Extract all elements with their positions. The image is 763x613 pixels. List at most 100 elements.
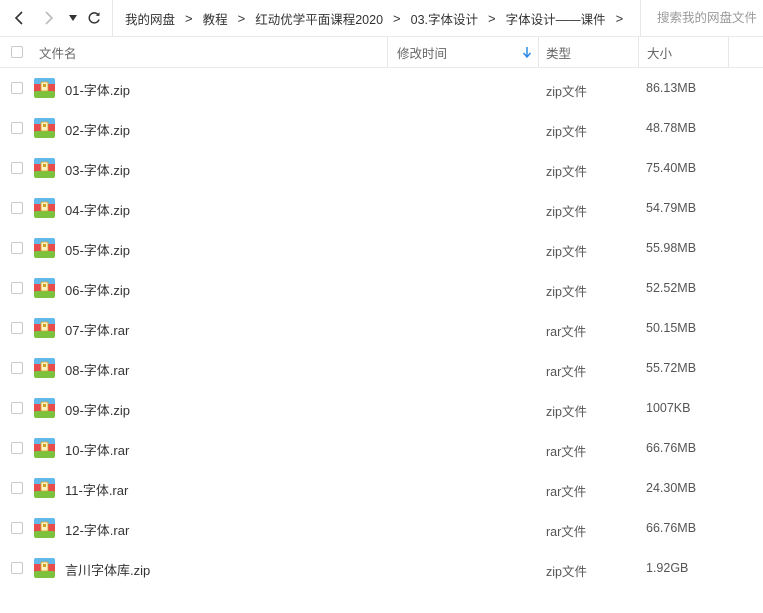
- search-input[interactable]: [657, 11, 763, 25]
- row-checkbox[interactable]: [11, 242, 23, 254]
- file-name[interactable]: 08-字体.rar: [65, 360, 129, 379]
- breadcrumb-separator: >: [393, 10, 401, 26]
- row-checkbox[interactable]: [11, 562, 23, 574]
- file-type: zip文件: [546, 165, 587, 179]
- archive-icon: [34, 238, 55, 258]
- archive-icon: [34, 158, 55, 178]
- breadcrumb-separator: >: [185, 10, 193, 26]
- caret-down-icon: [69, 15, 77, 21]
- refresh-button[interactable]: [83, 6, 105, 30]
- file-size: 1.92GB: [646, 561, 689, 575]
- file-type: zip文件: [546, 565, 587, 579]
- file-name[interactable]: 06-字体.zip: [65, 280, 130, 299]
- archive-icon: [34, 398, 55, 418]
- file-name[interactable]: 09-字体.zip: [65, 400, 130, 419]
- file-type: rar文件: [546, 325, 587, 339]
- file-size: 66.76MB: [646, 441, 697, 455]
- file-name[interactable]: 11-字体.rar: [65, 480, 128, 499]
- file-row[interactable]: 言川字体库.zip zip文件 1.92GB: [0, 548, 763, 588]
- breadcrumb-separator: >: [488, 10, 496, 26]
- row-checkbox[interactable]: [11, 442, 23, 454]
- column-header: 文件名 修改时间 类型 大小: [0, 36, 763, 68]
- archive-icon: [34, 198, 55, 218]
- file-size: 55.98MB: [646, 241, 697, 255]
- file-type: rar文件: [546, 485, 587, 499]
- row-checkbox[interactable]: [11, 82, 23, 94]
- row-checkbox[interactable]: [11, 282, 23, 294]
- file-row[interactable]: 09-字体.zip zip文件 1007KB: [0, 388, 763, 428]
- file-row[interactable]: 07-字体.rar rar文件 50.15MB: [0, 308, 763, 348]
- breadcrumb-item-my-drive[interactable]: 我的网盘: [125, 9, 175, 28]
- archive-icon: [34, 358, 55, 378]
- file-type: zip文件: [546, 205, 587, 219]
- file-row[interactable]: 01-字体.zip zip文件 86.13MB: [0, 68, 763, 108]
- file-type: rar文件: [546, 445, 587, 459]
- row-checkbox[interactable]: [11, 522, 23, 534]
- column-header-size[interactable]: 大小: [638, 37, 728, 67]
- file-row[interactable]: 05-字体.zip zip文件 55.98MB: [0, 228, 763, 268]
- back-button[interactable]: [8, 6, 30, 30]
- file-name[interactable]: 10-字体.rar: [65, 440, 129, 459]
- column-header-type[interactable]: 类型: [538, 37, 638, 67]
- archive-icon: [34, 78, 55, 98]
- breadcrumb-item-courseware[interactable]: 字体设计——课件: [506, 9, 606, 28]
- row-checkbox[interactable]: [11, 402, 23, 414]
- forward-button[interactable]: [38, 6, 60, 30]
- file-size: 86.13MB: [646, 81, 697, 95]
- archive-icon: [34, 118, 55, 138]
- file-size: 24.30MB: [646, 481, 697, 495]
- chevron-left-icon: [14, 11, 23, 25]
- file-type: zip文件: [546, 125, 587, 139]
- select-all-checkbox[interactable]: [11, 46, 23, 58]
- row-checkbox[interactable]: [11, 122, 23, 134]
- toolbar: 我的网盘 > 教程 > 红动优学平面课程2020 > 03.字体设计 > 字体设…: [0, 0, 763, 36]
- file-name[interactable]: 01-字体.zip: [65, 80, 130, 99]
- row-checkbox[interactable]: [11, 482, 23, 494]
- file-row[interactable]: 06-字体.zip zip文件 52.52MB: [0, 268, 763, 308]
- column-header-modified[interactable]: 修改时间: [387, 37, 538, 67]
- file-row[interactable]: 04-字体.zip zip文件 54.79MB: [0, 188, 763, 228]
- file-size: 50.15MB: [646, 321, 697, 335]
- file-name[interactable]: 03-字体.zip: [65, 160, 130, 179]
- file-type: rar文件: [546, 525, 587, 539]
- file-name[interactable]: 05-字体.zip: [65, 240, 130, 259]
- archive-icon: [34, 478, 55, 498]
- row-checkbox[interactable]: [11, 162, 23, 174]
- row-checkbox[interactable]: [11, 322, 23, 334]
- breadcrumb-separator: >: [615, 10, 624, 26]
- file-size: 48.78MB: [646, 121, 697, 135]
- file-row[interactable]: 12-字体.rar rar文件 66.76MB: [0, 508, 763, 548]
- file-type: rar文件: [546, 365, 587, 379]
- sort-descending-icon[interactable]: [522, 45, 532, 59]
- breadcrumb-item-course[interactable]: 红动优学平面课程2020: [255, 9, 383, 28]
- history-dropdown-button[interactable]: [62, 6, 84, 30]
- file-type: zip文件: [546, 285, 587, 299]
- file-type: zip文件: [546, 245, 587, 259]
- breadcrumb-item-tutorials[interactable]: 教程: [203, 9, 228, 28]
- file-list: 01-字体.zip zip文件 86.13MB 02-字体.zip zip文件 48.78…: [0, 68, 763, 588]
- file-row[interactable]: 11-字体.rar rar文件 24.30MB: [0, 468, 763, 508]
- breadcrumb-separator: >: [237, 10, 246, 26]
- file-row[interactable]: 02-字体.zip zip文件 48.78MB: [0, 108, 763, 148]
- breadcrumb: 我的网盘 > 教程 > 红动优学平面课程2020 > 03.字体设计 > 字体设…: [112, 0, 640, 36]
- file-name[interactable]: 02-字体.zip: [65, 120, 130, 139]
- file-name[interactable]: 04-字体.zip: [65, 200, 130, 219]
- row-checkbox[interactable]: [11, 362, 23, 374]
- row-checkbox[interactable]: [11, 202, 23, 214]
- file-type: zip文件: [546, 85, 587, 99]
- file-row[interactable]: 10-字体.rar rar文件 66.76MB: [0, 428, 763, 468]
- breadcrumb-item-font-design[interactable]: 03.字体设计: [411, 9, 478, 28]
- column-header-name[interactable]: 文件名: [39, 37, 387, 67]
- file-name[interactable]: 07-字体.rar: [65, 320, 129, 339]
- search-box: [640, 0, 763, 36]
- file-name[interactable]: 12-字体.rar: [65, 520, 129, 539]
- column-header-spacer: [728, 37, 763, 67]
- refresh-icon: [88, 12, 100, 24]
- column-header-modified-label: 修改时间: [397, 46, 448, 61]
- file-type: zip文件: [546, 405, 587, 419]
- file-row[interactable]: 03-字体.zip zip文件 75.40MB: [0, 148, 763, 188]
- file-row[interactable]: 08-字体.rar rar文件 55.72MB: [0, 348, 763, 388]
- chevron-right-icon: [45, 11, 54, 25]
- file-name[interactable]: 言川字体库.zip: [65, 560, 150, 579]
- archive-icon: [34, 438, 55, 458]
